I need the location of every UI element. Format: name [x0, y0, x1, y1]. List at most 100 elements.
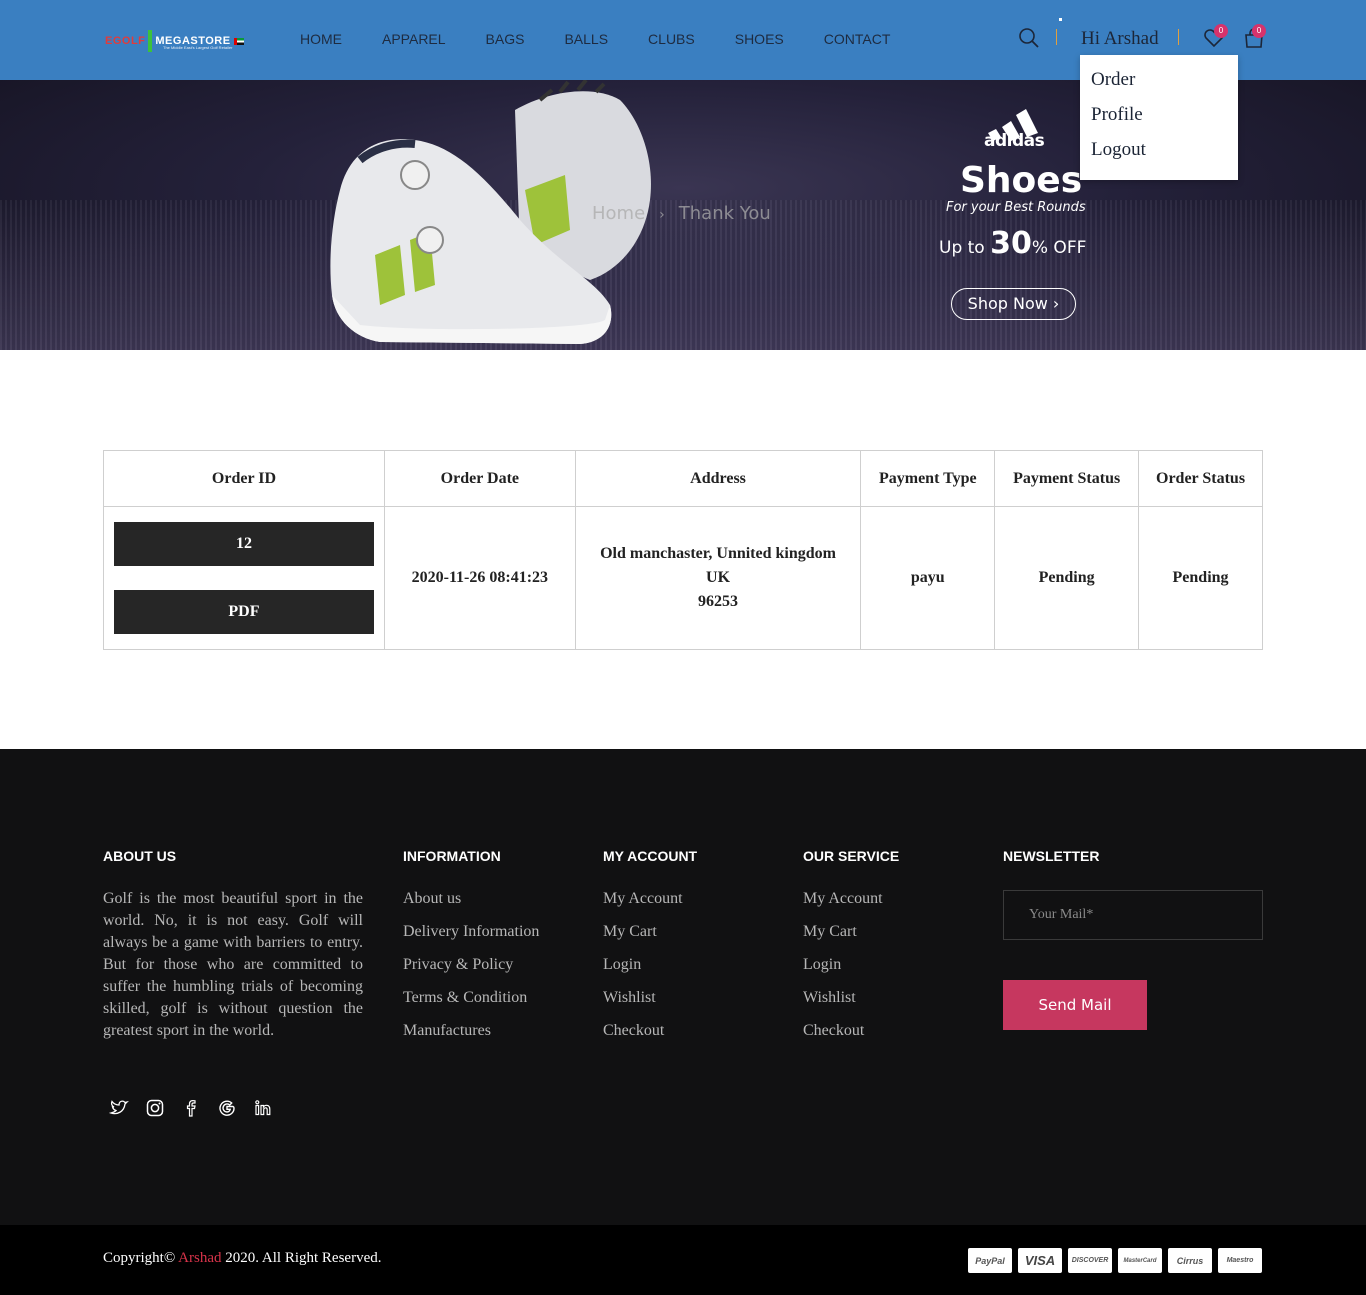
- cirrus-icon: Cirrus: [1168, 1248, 1212, 1273]
- footer-link-checkout[interactable]: Checkout: [603, 1022, 683, 1055]
- instagram-icon[interactable]: [145, 1098, 165, 1118]
- newsletter-email-input[interactable]: [1003, 890, 1263, 940]
- banner-title: Shoes: [960, 160, 1083, 201]
- order-date-cell: 2020-11-26 08:41:23: [383, 506, 576, 650]
- discover-icon: DISCOVER: [1068, 1248, 1112, 1273]
- footer-about-title: ABOUT US: [103, 848, 177, 864]
- footer-link-delivery[interactable]: Delivery Information: [403, 923, 539, 956]
- user-greeting[interactable]: Hi Arshad: [1081, 28, 1159, 50]
- order-id-cell: 12 PDF: [103, 506, 385, 650]
- uae-flag-icon: [233, 37, 244, 45]
- address-line-2: UK: [706, 569, 731, 586]
- shop-now-label: Shop Now: [967, 294, 1048, 313]
- footer-link-wishlist[interactable]: Wishlist: [803, 989, 883, 1022]
- orders-table: Order ID Order Date Address Payment Type…: [103, 450, 1263, 650]
- mastercard-icon: MasterCard: [1118, 1248, 1162, 1273]
- table-row: 12 PDF 2020-11-26 08:41:23 Old manchaste…: [103, 506, 1263, 650]
- footer-information-list: About us Delivery Information Privacy & …: [403, 890, 539, 1055]
- brand-logo[interactable]: EGOLF MEGASTORE The Middle East's Larges…: [105, 28, 244, 54]
- footer-link-wishlist[interactable]: Wishlist: [603, 989, 683, 1022]
- footer-link-privacy[interactable]: Privacy & Policy: [403, 956, 539, 989]
- breadcrumb: Home › Thank You: [592, 203, 771, 224]
- col-header-order-date: Order Date: [383, 450, 576, 507]
- table-header-row: Order ID Order Date Address Payment Type…: [103, 450, 1263, 507]
- maestro-icon: Maestro: [1218, 1248, 1262, 1273]
- google-icon[interactable]: [217, 1098, 237, 1118]
- footer-link-my-account[interactable]: My Account: [603, 890, 683, 923]
- footer-about-text: Golf is the most beautiful sport in the …: [103, 890, 363, 1039]
- footer-link-my-cart[interactable]: My Cart: [603, 923, 683, 956]
- offer-prefix: Up to: [939, 238, 985, 258]
- footer-link-login[interactable]: Login: [603, 956, 683, 989]
- col-header-order-id: Order ID: [103, 450, 385, 507]
- menu-item-profile[interactable]: Profile: [1080, 104, 1238, 139]
- nav-clubs[interactable]: CLUBS: [648, 31, 695, 47]
- indicator-dot: [1059, 18, 1062, 21]
- footer-my-account-list: My Account My Cart Login Wishlist Checko…: [603, 890, 683, 1055]
- nav-contact[interactable]: CONTACT: [824, 31, 891, 47]
- payment-type-cell: payu: [860, 506, 996, 650]
- header-divider: [1056, 29, 1057, 45]
- facebook-icon[interactable]: [181, 1098, 201, 1118]
- maestro-label: Maestro: [1226, 1257, 1254, 1264]
- nav-bags[interactable]: BAGS: [486, 31, 525, 47]
- footer-information-title: INFORMATION: [403, 848, 501, 864]
- shop-now-button[interactable]: Shop Now ›: [951, 288, 1076, 320]
- footer-link-checkout[interactable]: Checkout: [803, 1022, 883, 1055]
- col-header-order-status: Order Status: [1138, 450, 1263, 507]
- banner-subtitle: For your Best Rounds: [946, 200, 1086, 215]
- footer-link-my-cart[interactable]: My Cart: [803, 923, 883, 956]
- col-header-payment-type: Payment Type: [860, 450, 996, 507]
- cirrus-label: Cirrus: [1176, 1255, 1204, 1266]
- main-nav: HOME APPAREL BAGS BALLS CLUBS SHOES CONT…: [300, 31, 930, 47]
- footer-our-service-title: OUR SERVICE: [803, 848, 900, 864]
- order-status-cell: Pending: [1138, 506, 1263, 650]
- nav-balls[interactable]: BALLS: [564, 31, 608, 47]
- logo-tee-mark: [148, 30, 153, 52]
- paypal-icon: PayPal: [968, 1248, 1012, 1273]
- menu-item-logout[interactable]: Logout: [1080, 139, 1238, 174]
- footer-newsletter-title: NEWSLETTER: [1003, 848, 1100, 864]
- footer-link-my-account[interactable]: My Account: [803, 890, 883, 923]
- user-menu-dropdown: Order Profile Logout: [1080, 55, 1238, 180]
- footer-my-account-title: MY ACCOUNT: [603, 848, 698, 864]
- copyright-prefix: Copyright©: [103, 1250, 176, 1266]
- breadcrumb-current: Thank You: [678, 203, 771, 224]
- chevron-right-icon: ›: [1052, 294, 1060, 313]
- banner-offer: Up to 30% OFF: [939, 226, 1086, 261]
- paypal-label: PayPal: [975, 1255, 1005, 1266]
- pdf-button[interactable]: PDF: [113, 590, 374, 634]
- address-line-1: Old manchaster, Unnited kingdom: [600, 545, 836, 562]
- logo-text-left: EGOLF: [105, 35, 146, 47]
- breadcrumb-home[interactable]: Home: [592, 203, 645, 224]
- footer-link-manufactures[interactable]: Manufactures: [403, 1022, 539, 1055]
- nav-home[interactable]: HOME: [300, 31, 342, 47]
- banner-brand: adidas: [984, 131, 1045, 151]
- footer-link-terms[interactable]: Terms & Condition: [403, 989, 539, 1022]
- visa-icon: VISA: [1018, 1248, 1062, 1273]
- linkedin-icon[interactable]: [253, 1098, 273, 1118]
- footer-link-about-us[interactable]: About us: [403, 890, 539, 923]
- search-icon[interactable]: [1018, 27, 1040, 49]
- copyright-name[interactable]: Arshad: [178, 1250, 221, 1266]
- address-line-3: 96253: [698, 593, 739, 610]
- cart-count-badge: 0: [1252, 24, 1266, 38]
- mastercard-label: MasterCard: [1123, 1257, 1157, 1264]
- chevron-right-icon: ›: [659, 207, 665, 223]
- address-cell: Old manchaster, Unnited kingdom UK 96253: [574, 506, 862, 650]
- nav-apparel[interactable]: APPAREL: [382, 31, 446, 47]
- visa-label: VISA: [1024, 1253, 1056, 1268]
- footer-our-service-list: My Account My Cart Login Wishlist Checko…: [803, 890, 883, 1055]
- discover-label: DISCOVER: [1071, 1257, 1109, 1264]
- menu-item-order[interactable]: Order: [1080, 69, 1238, 104]
- nav-shoes[interactable]: SHOES: [735, 31, 784, 47]
- order-id-button[interactable]: 12: [113, 522, 374, 566]
- wishlist-count-badge: 0: [1214, 24, 1228, 38]
- send-mail-button[interactable]: Send Mail: [1003, 980, 1147, 1030]
- copyright-suffix: 2020. All Right Reserved.: [225, 1250, 382, 1266]
- payment-status-cell: Pending: [994, 506, 1140, 650]
- twitter-icon[interactable]: [109, 1098, 129, 1118]
- footer-link-login[interactable]: Login: [803, 956, 883, 989]
- offer-value: 30: [990, 226, 1032, 261]
- header-divider: [1178, 29, 1179, 45]
